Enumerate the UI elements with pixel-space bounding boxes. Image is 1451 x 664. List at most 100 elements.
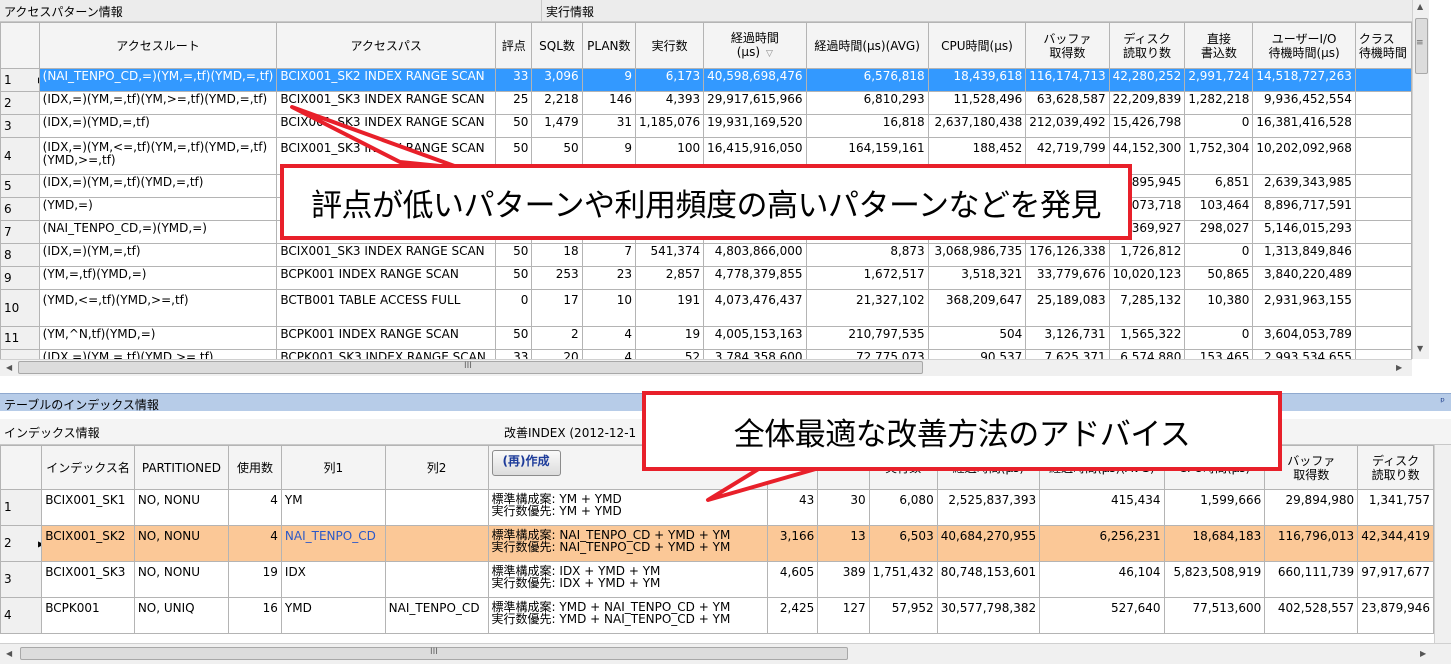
cell-buffer[interactable]: 3,126,731 [1025, 326, 1110, 350]
cell-avg[interactable]: 210,797,535 [805, 326, 929, 350]
cell-c1[interactable]: NAI_TENPO_CD [280, 525, 386, 562]
cell-cls[interactable] [1354, 91, 1412, 115]
table-row[interactable]: 1▶(NAI_TENPO_CD,=)(YM,=,tf)(YMD,=,tf)BCI… [0, 68, 1412, 92]
cell-avg[interactable]: 527,640 [1039, 597, 1165, 634]
cell-avg[interactable]: 1,672,517 [805, 266, 929, 290]
cell-r1[interactable]: 43 [767, 489, 819, 526]
cell-exec[interactable]: 19 [635, 326, 705, 350]
cell-cpu[interactable]: 3,518,321 [927, 266, 1027, 290]
cell-userio[interactable]: 3,840,220,489 [1252, 266, 1356, 290]
cell-route[interactable]: (NAI_TENPO_CD,=)(YM,=,tf)(YMD,=,tf) [38, 68, 278, 92]
cell-part[interactable]: NO, NONU [133, 489, 230, 526]
cell-avg[interactable]: 21,327,102 [805, 289, 929, 327]
table-row[interactable]: (IDX,=)(YM,=,tf)(YMD,>=,tf) BCPK001 SK3 I… [0, 349, 1412, 359]
cell-name[interactable]: BCPK001 [41, 597, 135, 634]
cell-route[interactable]: (NAI_TENPO_CD,=)(YMD,=) [38, 220, 278, 244]
col-header-class-wait[interactable]: クラス 待機時間 [1354, 22, 1412, 69]
cell-buffer[interactable]: 7,625,371 [1025, 349, 1110, 359]
row-number[interactable]: 2▶ [0, 525, 43, 562]
cell-cls[interactable] [1354, 197, 1412, 221]
scroll-up-icon[interactable]: ▲ [1417, 2, 1423, 12]
cell-direct[interactable]: 103,464 [1184, 197, 1254, 221]
cell-plan[interactable]: 7 [581, 243, 637, 267]
cell-userio[interactable]: 5,146,015,293 [1252, 220, 1356, 244]
row-number[interactable]: 3 [0, 561, 43, 598]
cell-avg[interactable]: 6,576,818 [805, 68, 929, 92]
col-header-cpu[interactable]: CPU時間(μs) [927, 22, 1027, 69]
col-header-index-name[interactable]: インデックス名 [41, 445, 135, 490]
cell-disk[interactable]: 1,341,757 [1357, 489, 1434, 526]
cell-cpu[interactable]: 77,513,600 [1163, 597, 1266, 634]
cell-userio[interactable]: 2,639,343,985 [1252, 174, 1356, 198]
cell-sql[interactable]: 2,218 [531, 91, 583, 115]
row-number[interactable]: 7 [0, 220, 40, 244]
cell-disk[interactable]: 15,426,798 [1108, 114, 1186, 138]
cell-cls[interactable] [1354, 349, 1412, 359]
row-number[interactable]: 1 [0, 489, 43, 526]
col-header-partitioned[interactable]: PARTITIONED [133, 445, 230, 490]
cell-plan[interactable]: 4 [581, 349, 637, 359]
cell-score[interactable]: 0 [495, 289, 533, 327]
scroll-right-icon[interactable]: ▶ [1420, 649, 1426, 659]
cell-score[interactable]: 33 [495, 68, 533, 92]
row-number[interactable]: 6 [0, 197, 40, 221]
row-number[interactable]: 4 [0, 597, 43, 634]
cell-cls[interactable] [1354, 174, 1412, 198]
cell-score[interactable]: 50 [495, 326, 533, 350]
cell-score[interactable]: 25 [495, 91, 533, 115]
remake-index-button[interactable]: (再)作成 [491, 450, 561, 476]
cell-path[interactable]: BCPK001 INDEX RANGE SCAN [276, 266, 497, 290]
col-header-buffer[interactable]: バッファ 取得数 [1025, 22, 1110, 69]
cell-avg[interactable]: 72,775,073 [805, 349, 929, 359]
cell-used[interactable]: 19 [228, 561, 282, 598]
cell-name[interactable]: BCIX001_SK1 [41, 489, 135, 526]
cell-disk[interactable]: 22,209,839 [1108, 91, 1186, 115]
cell-buffer[interactable]: 402,528,557 [1264, 597, 1359, 634]
cell-direct[interactable]: 10,380 [1184, 289, 1254, 327]
cell-userio[interactable]: 14,518,727,263 [1252, 68, 1356, 92]
cell-c1[interactable]: YMD [280, 597, 386, 634]
cell-cls[interactable] [1354, 68, 1412, 92]
cell-userio[interactable]: 2,993,534,655 [1252, 349, 1356, 359]
cell-disk[interactable]: 10,020,123 [1108, 266, 1186, 290]
scroll-down-icon[interactable]: ▼ [1417, 344, 1423, 354]
table-row[interactable]: 3 (IDX,=)(YMD,=,tf) BCIX001_SK3 INDEX RANG… [0, 114, 1412, 138]
cell-exec[interactable]: 52 [635, 349, 705, 359]
cell-score[interactable]: 50 [495, 243, 533, 267]
cell-buffer[interactable]: 176,126,338 [1025, 243, 1110, 267]
cell-buffer[interactable]: 63,628,587 [1025, 91, 1110, 115]
cell-advice[interactable]: 標準構成案: NAI_TENPO_CD + YMD + YM 実行数優先: NAI… [487, 525, 769, 562]
col-header-used-count[interactable]: 使用数 [228, 445, 282, 490]
cell-cls[interactable] [1354, 266, 1412, 290]
col-header-disk-read[interactable]: ディスク 読取り数 [1357, 445, 1434, 490]
cell-avg[interactable]: 6,810,293 [805, 91, 929, 115]
cell-route[interactable]: (IDX,=)(YM,=,tf)(YMD,>=,tf) [38, 349, 278, 359]
cell-direct[interactable]: 0 [1184, 326, 1254, 350]
index-grid-vertical-scrollbar[interactable] [1434, 445, 1451, 643]
cell-path[interactable]: BCIX001_SK3 INDEX RANGE SCAN [276, 91, 497, 115]
cell-cpu[interactable]: 5,823,508,919 [1163, 561, 1266, 598]
access-grid-horizontal-scrollbar[interactable]: ◀ III ▶ [0, 359, 1412, 376]
cell-exec[interactable]: 6,173 [635, 68, 705, 92]
col-header-access-route[interactable]: アクセスルート [38, 22, 278, 69]
cell-r2[interactable]: 389 [817, 561, 870, 598]
cell-direct[interactable]: 153,465 [1184, 349, 1254, 359]
cell-plan[interactable]: 4 [581, 326, 637, 350]
col-header-elapsed-avg[interactable]: 経過時間(μs)(AVG) [805, 22, 929, 69]
cell-r1[interactable]: 4,605 [767, 561, 819, 598]
cell-cls[interactable] [1354, 326, 1412, 350]
cell-score[interactable]: 50 [495, 114, 533, 138]
cell-score[interactable]: 33 [495, 349, 533, 359]
cell-elapsed[interactable]: 4,803,866,000 [703, 243, 807, 267]
row-number[interactable]: 3 [0, 114, 40, 138]
cell-part[interactable]: NO, NONU [133, 561, 230, 598]
cell-userio[interactable]: 16,381,416,528 [1252, 114, 1356, 138]
table-row[interactable]: 11 (YM,^N,tf)(YMD,=) BCPK001 INDEX RANGE S… [0, 326, 1412, 350]
cell-used[interactable]: 16 [228, 597, 282, 634]
cell-buffer[interactable]: 116,174,713 [1025, 68, 1110, 92]
cell-buffer[interactable]: 33,779,676 [1025, 266, 1110, 290]
col-header-elapsed[interactable]: 経過時間 (μs) ▽ [703, 22, 807, 69]
cell-disk[interactable]: 23,879,946 [1357, 597, 1434, 634]
cell-sql[interactable]: 3,096 [531, 68, 583, 92]
cell-userio[interactable]: 10,202,092,968 [1252, 137, 1356, 175]
